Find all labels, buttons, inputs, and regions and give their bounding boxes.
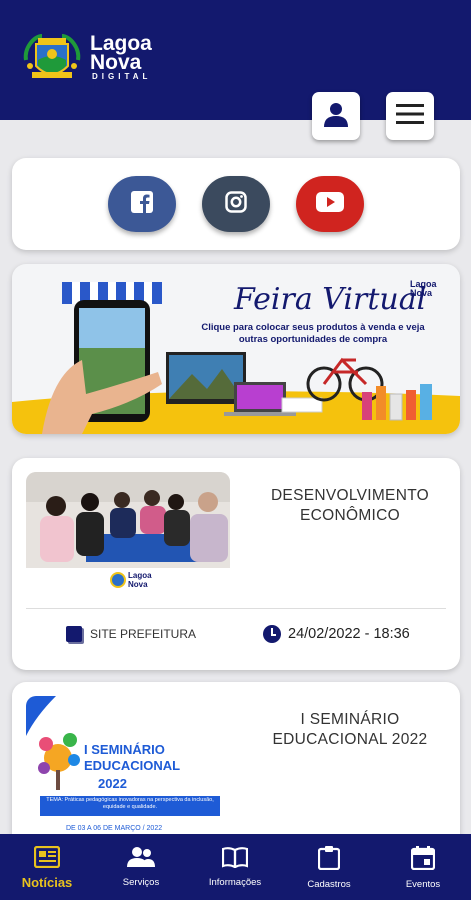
clock-icon bbox=[263, 625, 281, 643]
facebook-icon bbox=[131, 190, 153, 218]
news-image-title-2: EDUCACIONAL bbox=[84, 758, 180, 773]
nav-noticias[interactable]: Notícias bbox=[0, 834, 94, 900]
nav-label: Eventos bbox=[405, 879, 441, 890]
crest-icon bbox=[20, 30, 84, 86]
news-image: Lagoa Nova bbox=[26, 472, 230, 596]
news-image: I SEMINÁRIO EDUCACIONAL 2022 TEMA: Práti… bbox=[26, 696, 230, 836]
news-source-label: SITE PREFEITURA bbox=[90, 627, 197, 641]
news-image-caption-2: Nova bbox=[128, 580, 148, 589]
bottom-nav: Notícias Serviços Informações Cadastros … bbox=[0, 834, 471, 900]
news-image-caption-1: Lagoa bbox=[128, 571, 152, 580]
news-datetime-label: 24/02/2022 - 18:36 bbox=[288, 626, 410, 642]
newspaper-icon bbox=[33, 845, 61, 871]
instagram-icon bbox=[225, 190, 247, 218]
nav-eventos[interactable]: Eventos bbox=[376, 834, 470, 900]
nav-servicos[interactable]: Serviços bbox=[94, 834, 188, 900]
news-card[interactable]: Lagoa Nova DESENVOLVIMENTO ECONÔMICO SIT… bbox=[12, 458, 460, 670]
banner-subtitle: Clique para colocar seus produtos à vend… bbox=[201, 322, 425, 345]
user-icon bbox=[322, 100, 350, 133]
logo-line2: Nova bbox=[90, 51, 142, 74]
calendar-icon bbox=[410, 846, 436, 873]
people-icon bbox=[127, 846, 155, 871]
hamburger-icon bbox=[396, 103, 424, 130]
feira-virtual-banner[interactable]: Feira Virtual Clique para colocar seus p… bbox=[12, 264, 460, 434]
banner-logo-line2: Nova bbox=[410, 288, 433, 298]
logo-line3: DIGITAL bbox=[92, 72, 152, 81]
banner-logo: Lagoa Nova bbox=[388, 280, 437, 298]
app-logo[interactable]: Lagoa Nova DIGITAL bbox=[20, 30, 152, 86]
nav-label: Informações bbox=[208, 877, 262, 888]
news-source: SITE PREFEITURA bbox=[66, 626, 196, 642]
social-card bbox=[12, 158, 460, 250]
news-image-theme: TEMA: Práticas pedagógicas inovadoras na… bbox=[46, 797, 214, 810]
book-icon bbox=[221, 846, 249, 871]
news-title[interactable]: DESENVOLVIMENTO ECONÔMICO bbox=[250, 486, 450, 526]
nav-informacoes[interactable]: Informações bbox=[188, 834, 282, 900]
user-button[interactable] bbox=[312, 92, 360, 140]
news-divider bbox=[26, 608, 446, 609]
menu-button[interactable] bbox=[386, 92, 434, 140]
logo-text: Lagoa Nova DIGITAL bbox=[90, 33, 152, 82]
news-datetime: 24/02/2022 - 18:36 bbox=[263, 625, 410, 643]
news-image-date: DE 03 A 06 DE MARÇO / 2022 bbox=[66, 825, 162, 832]
facebook-button[interactable] bbox=[108, 176, 176, 232]
clipboard-icon bbox=[317, 846, 341, 873]
news-title[interactable]: I SEMINÁRIO EDUCACIONAL 2022 bbox=[250, 710, 450, 750]
news-image-title-3: 2022 bbox=[98, 776, 127, 791]
youtube-icon bbox=[316, 191, 344, 217]
nav-cadastros[interactable]: Cadastros bbox=[282, 834, 376, 900]
nav-label: Cadastros bbox=[307, 879, 351, 890]
instagram-button[interactable] bbox=[202, 176, 270, 232]
newspaper-icon bbox=[66, 626, 82, 642]
nav-label: Notícias bbox=[21, 875, 73, 890]
nav-label: Serviços bbox=[122, 877, 160, 888]
youtube-button[interactable] bbox=[296, 176, 364, 232]
news-image-title-1: I SEMINÁRIO bbox=[84, 742, 165, 757]
